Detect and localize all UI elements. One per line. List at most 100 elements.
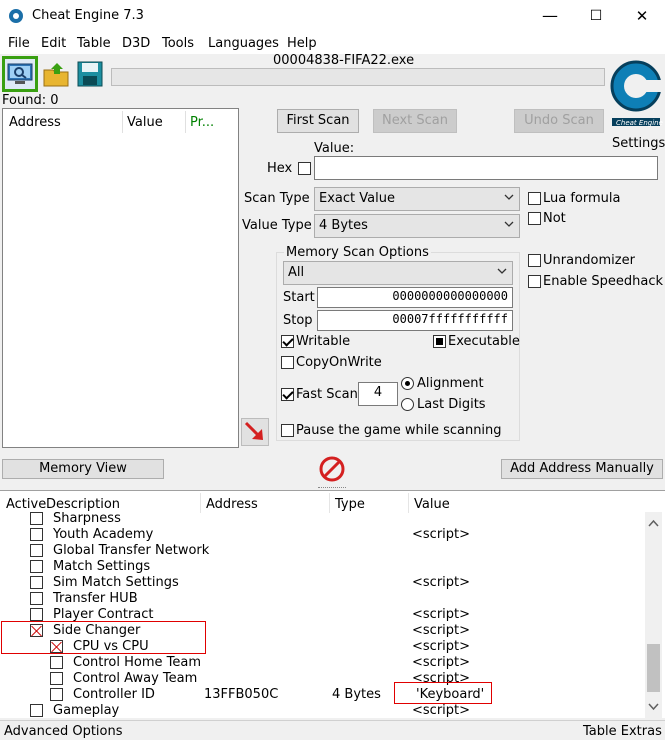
hex-checkbox[interactable]: [298, 162, 311, 175]
scan-type-label: Scan Type: [244, 191, 310, 206]
found-header-previous[interactable]: Pr...: [190, 115, 214, 130]
copyonwrite-checkbox[interactable]: [281, 356, 294, 369]
column-divider: [329, 493, 330, 513]
lua-formula-checkbox[interactable]: [528, 192, 541, 205]
table-row[interactable]: Match Settings: [0, 559, 645, 575]
not-label: Not: [543, 211, 566, 226]
last-digits-label: Last Digits: [417, 397, 486, 412]
menu-help[interactable]: Help: [287, 36, 317, 51]
row-active-checkbox[interactable]: [30, 608, 43, 621]
table-row[interactable]: Transfer HUB: [0, 591, 645, 607]
speedhack-checkbox[interactable]: [528, 275, 541, 288]
menu-bar: File Edit Table D3D Tools Languages Help: [0, 32, 665, 54]
table-extras-link[interactable]: Table Extras: [583, 724, 662, 739]
value-type-value: 4 Bytes: [319, 218, 368, 233]
table-row[interactable]: Sharpness: [0, 511, 645, 527]
found-header-value[interactable]: Value: [127, 115, 163, 130]
pause-game-label: Pause the game while scanning: [296, 423, 502, 438]
scan-value-input[interactable]: [314, 156, 658, 180]
row-active-checkbox[interactable]: [30, 544, 43, 557]
table-header-type[interactable]: Type: [335, 497, 365, 512]
scan-type-select[interactable]: Exact Value: [314, 187, 520, 211]
scroll-up-icon[interactable]: [645, 515, 662, 532]
table-row[interactable]: Control Home Team <script>: [0, 655, 645, 671]
row-active-checkbox[interactable]: [50, 672, 63, 685]
stop-sign-icon: [319, 456, 345, 482]
hex-label: Hex: [267, 161, 293, 176]
table-row[interactable]: Global Transfer Network: [0, 543, 645, 559]
table-row[interactable]: Gameplay <script>: [0, 703, 645, 719]
row-active-checkbox[interactable]: [30, 704, 43, 717]
table-row[interactable]: Sim Match Settings <script>: [0, 575, 645, 591]
row-address: 13FFB050C: [204, 687, 279, 702]
next-scan-button[interactable]: Next Scan: [373, 109, 457, 133]
scan-progress-bar: [111, 68, 605, 86]
computer-search-icon: [7, 63, 33, 84]
value-label: Value:: [314, 141, 355, 156]
fast-scan-alignment-input[interactable]: 4: [358, 382, 398, 406]
writable-checkbox[interactable]: [281, 335, 294, 348]
memory-scan-options-title: Memory Scan Options: [284, 245, 431, 260]
unrandomizer-checkbox[interactable]: [528, 254, 541, 267]
start-label: Start: [283, 290, 315, 305]
memory-view-button[interactable]: Memory View: [2, 459, 164, 479]
save-icon[interactable]: [76, 60, 104, 88]
stop-button[interactable]: [318, 455, 346, 483]
speedhack-label: Enable Speedhack: [543, 274, 664, 289]
row-active-checkbox[interactable]: [30, 560, 43, 573]
menu-d3d[interactable]: D3D: [122, 36, 150, 51]
settings-label[interactable]: Settings: [612, 136, 665, 151]
table-header-value[interactable]: Value: [414, 497, 450, 512]
minimize-button[interactable]: —: [527, 0, 573, 32]
undo-scan-button[interactable]: Undo Scan: [514, 109, 604, 133]
not-checkbox[interactable]: [528, 212, 541, 225]
close-button[interactable]: ✕: [619, 0, 665, 32]
found-address-list[interactable]: Address Value Pr...: [2, 108, 239, 448]
row-active-checkbox[interactable]: [30, 512, 43, 525]
row-active-checkbox[interactable]: [30, 576, 43, 589]
scroll-down-icon[interactable]: [645, 698, 662, 715]
value-type-select[interactable]: 4 Bytes: [314, 214, 520, 238]
table-row[interactable]: Controller ID 13FFB050C 4 Bytes 'Keyboar…: [0, 687, 645, 703]
maximize-button[interactable]: ☐: [573, 0, 619, 32]
table-scrollbar[interactable]: [645, 512, 662, 718]
menu-table[interactable]: Table: [77, 36, 111, 51]
row-active-checkbox[interactable]: [30, 592, 43, 605]
row-description: Control Away Team: [73, 671, 198, 686]
start-address-input[interactable]: 0000000000000000: [317, 287, 513, 308]
row-active-checkbox[interactable]: [50, 688, 63, 701]
found-header-address[interactable]: Address: [9, 115, 61, 130]
fast-scan-checkbox[interactable]: [281, 388, 294, 401]
table-header-description[interactable]: Description: [46, 497, 120, 512]
memory-region-select[interactable]: All: [283, 261, 513, 285]
cheat-table[interactable]: Active Description Address Type Value Sh…: [0, 490, 665, 718]
row-active-checkbox[interactable]: [30, 528, 43, 541]
alignment-radio[interactable]: [401, 377, 414, 390]
table-row[interactable]: Youth Academy <script>: [0, 527, 645, 543]
advanced-options-link[interactable]: Advanced Options: [4, 724, 123, 739]
open-folder-icon[interactable]: [42, 60, 72, 90]
menu-tools[interactable]: Tools: [162, 36, 194, 51]
stop-address-input[interactable]: 00007fffffffffff: [317, 310, 513, 331]
alignment-label: Alignment: [417, 376, 484, 391]
found-count: Found: 0: [2, 93, 59, 108]
scroll-thumb[interactable]: [647, 644, 660, 692]
menu-file[interactable]: File: [8, 36, 30, 51]
table-row[interactable]: Control Away Team <script>: [0, 671, 645, 687]
menu-edit[interactable]: Edit: [41, 36, 66, 51]
table-header-address[interactable]: Address: [206, 497, 258, 512]
unrandomizer-label: Unrandomizer: [543, 253, 635, 268]
cheat-engine-logo[interactable]: Cheat Engine: [608, 54, 664, 134]
row-value: <script>: [412, 623, 471, 638]
add-address-manually-button[interactable]: Add Address Manually: [501, 459, 663, 479]
select-process-button[interactable]: [2, 56, 38, 92]
row-value: <script>: [412, 655, 471, 670]
add-to-list-button[interactable]: [241, 418, 269, 446]
row-active-checkbox[interactable]: [50, 656, 63, 669]
first-scan-button[interactable]: First Scan: [277, 109, 359, 133]
pause-game-checkbox[interactable]: [281, 424, 294, 437]
table-header-active[interactable]: Active: [6, 497, 46, 512]
menu-languages[interactable]: Languages: [208, 36, 279, 51]
last-digits-radio[interactable]: [401, 398, 414, 411]
executable-checkbox[interactable]: [433, 335, 446, 348]
